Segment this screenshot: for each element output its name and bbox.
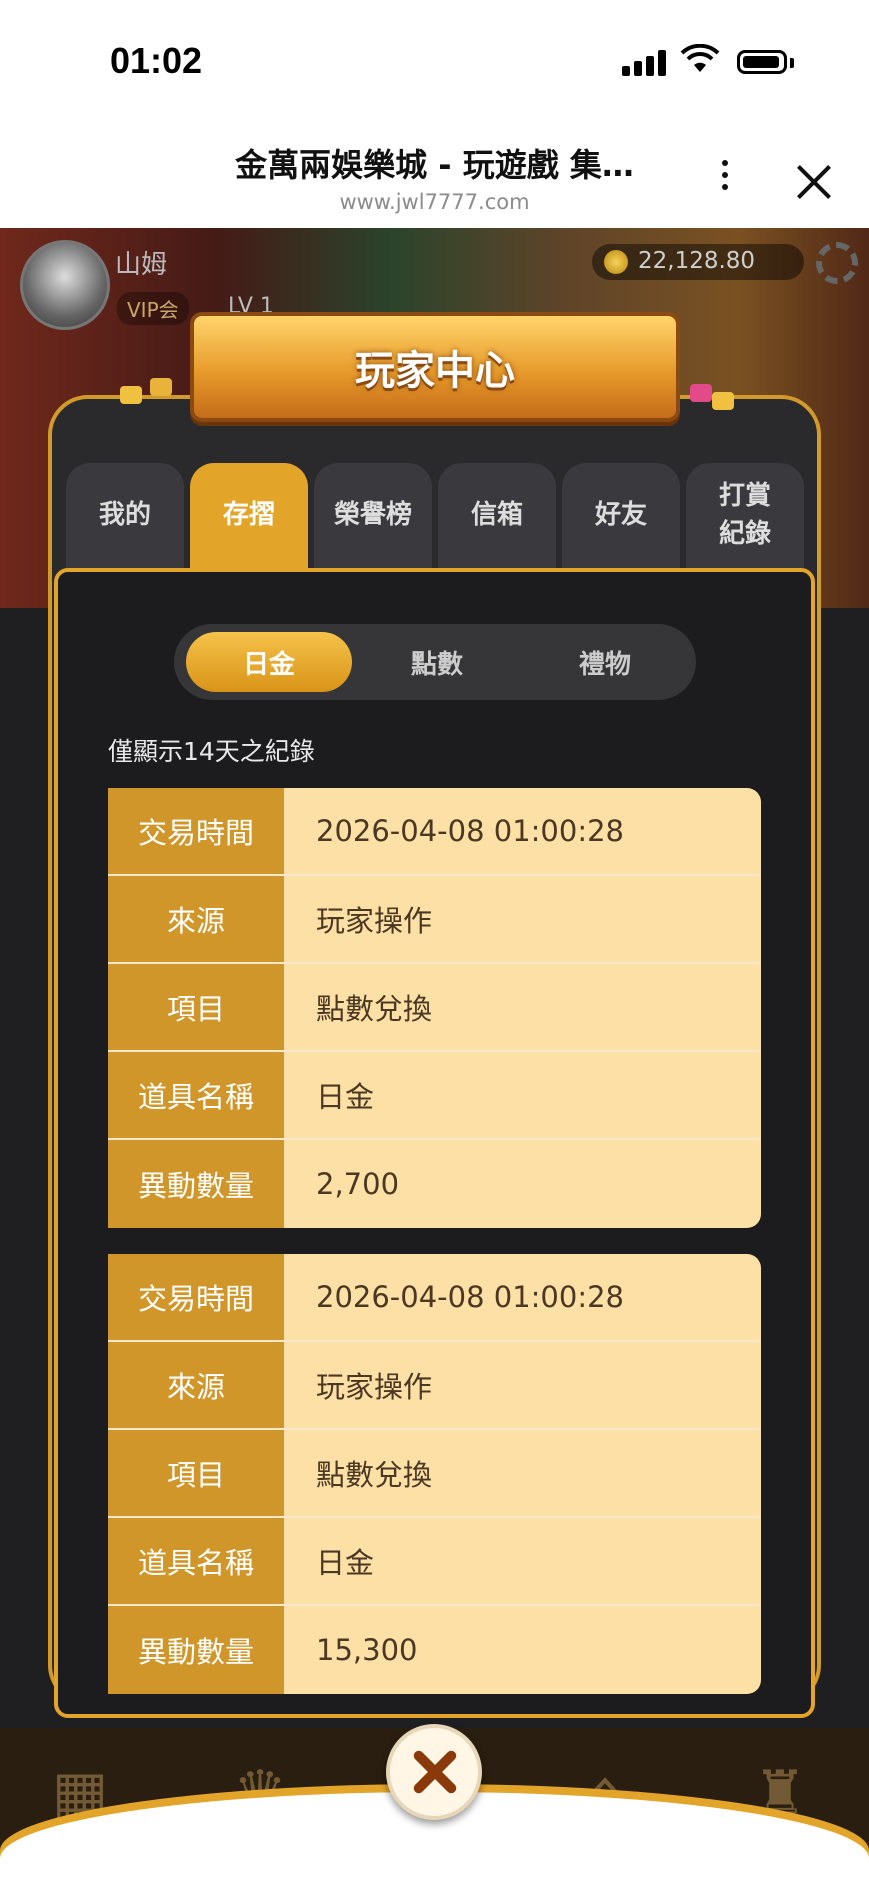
- panel-banner: 玩家中心: [190, 312, 680, 422]
- signal-icon: [622, 50, 670, 76]
- vip-badge: VIP会: [117, 292, 189, 325]
- record-row: 交易時間 2026-04-08 01:00:28: [108, 1254, 761, 1342]
- wifi-icon: [680, 43, 720, 78]
- tab-passbook[interactable]: 存摺: [190, 463, 308, 568]
- record-row: 項目 點數兌換: [108, 964, 761, 1052]
- field-label: 來源: [108, 876, 284, 962]
- record-row: 異動數量 15,300: [108, 1606, 761, 1694]
- segment-gifts[interactable]: 禮物: [522, 632, 688, 692]
- gear-icon[interactable]: [816, 242, 858, 284]
- field-value: 15,300: [316, 1633, 418, 1667]
- field-label: 異動數量: [108, 1140, 284, 1228]
- field-value: 點數兌換: [316, 1458, 433, 1492]
- tab-bar: 我的 存摺 榮譽榜 信箱 好友 打賞 紀錄: [66, 463, 806, 568]
- field-value: 日金: [316, 1080, 375, 1114]
- tab-friends[interactable]: 好友: [562, 463, 680, 568]
- field-value: 玩家操作: [316, 1370, 433, 1404]
- battery-icon: [737, 50, 787, 74]
- coin-balance: 22,128.80: [592, 244, 804, 280]
- tab-tip-records[interactable]: 打賞 紀錄: [686, 463, 804, 568]
- gem-pile-icon: [690, 384, 712, 402]
- gold-pile-icon: [120, 386, 142, 404]
- record-row: 來源 玩家操作: [108, 876, 761, 964]
- record-row: 項目 點數兌換: [108, 1430, 761, 1518]
- field-value: 2,700: [316, 1167, 400, 1201]
- status-bar: 01:02: [0, 0, 869, 120]
- coin-icon: [604, 250, 628, 274]
- close-browser-icon[interactable]: [796, 164, 832, 200]
- segment-daily-gold[interactable]: 日金: [186, 632, 352, 692]
- tab-leaderboard[interactable]: 榮譽榜: [314, 463, 432, 568]
- coin-value: 22,128.80: [638, 248, 756, 274]
- field-label: 道具名稱: [108, 1052, 284, 1138]
- status-time: 01:02: [110, 40, 203, 81]
- field-label: 項目: [108, 1430, 284, 1516]
- tab-mine[interactable]: 我的: [66, 463, 184, 568]
- record-card: 交易時間 2026-04-08 01:00:28 來源 玩家操作 項目 點數兌換…: [108, 788, 761, 1228]
- tab-mailbox[interactable]: 信箱: [438, 463, 556, 568]
- field-label: 道具名稱: [108, 1518, 284, 1604]
- currency-segment: 日金 點數 禮物: [174, 624, 696, 700]
- browser-bar: 金萬兩娛樂城 - 玩遊戲 集… www.jwl7777.com: [0, 120, 869, 228]
- field-value: 日金: [316, 1546, 375, 1580]
- panel-title: 玩家中心: [355, 348, 515, 394]
- record-row: 交易時間 2026-04-08 01:00:28: [108, 788, 761, 876]
- record-card: 交易時間 2026-04-08 01:00:28 來源 玩家操作 項目 點數兌換…: [108, 1254, 761, 1694]
- field-label: 交易時間: [108, 788, 284, 874]
- field-label: 交易時間: [108, 1254, 284, 1340]
- record-row: 道具名稱 日金: [108, 1518, 761, 1606]
- player-name: 山姆: [115, 250, 168, 280]
- field-label: 項目: [108, 964, 284, 1050]
- record-row: 來源 玩家操作: [108, 1342, 761, 1430]
- field-value: 玩家操作: [316, 904, 433, 938]
- segment-points[interactable]: 點數: [354, 632, 520, 692]
- record-row: 異動數量 2,700: [108, 1140, 761, 1228]
- record-row: 道具名稱 日金: [108, 1052, 761, 1140]
- close-panel-button[interactable]: [386, 1724, 482, 1820]
- records-note: 僅顯示14天之紀錄: [108, 737, 315, 766]
- more-icon[interactable]: [710, 154, 740, 204]
- field-value: 2026-04-08 01:00:28: [316, 814, 624, 848]
- field-value: 點數兌換: [316, 992, 433, 1026]
- field-label: 來源: [108, 1342, 284, 1428]
- field-label: 異動數量: [108, 1606, 284, 1694]
- avatar[interactable]: [20, 240, 110, 330]
- field-value: 2026-04-08 01:00:28: [316, 1280, 624, 1314]
